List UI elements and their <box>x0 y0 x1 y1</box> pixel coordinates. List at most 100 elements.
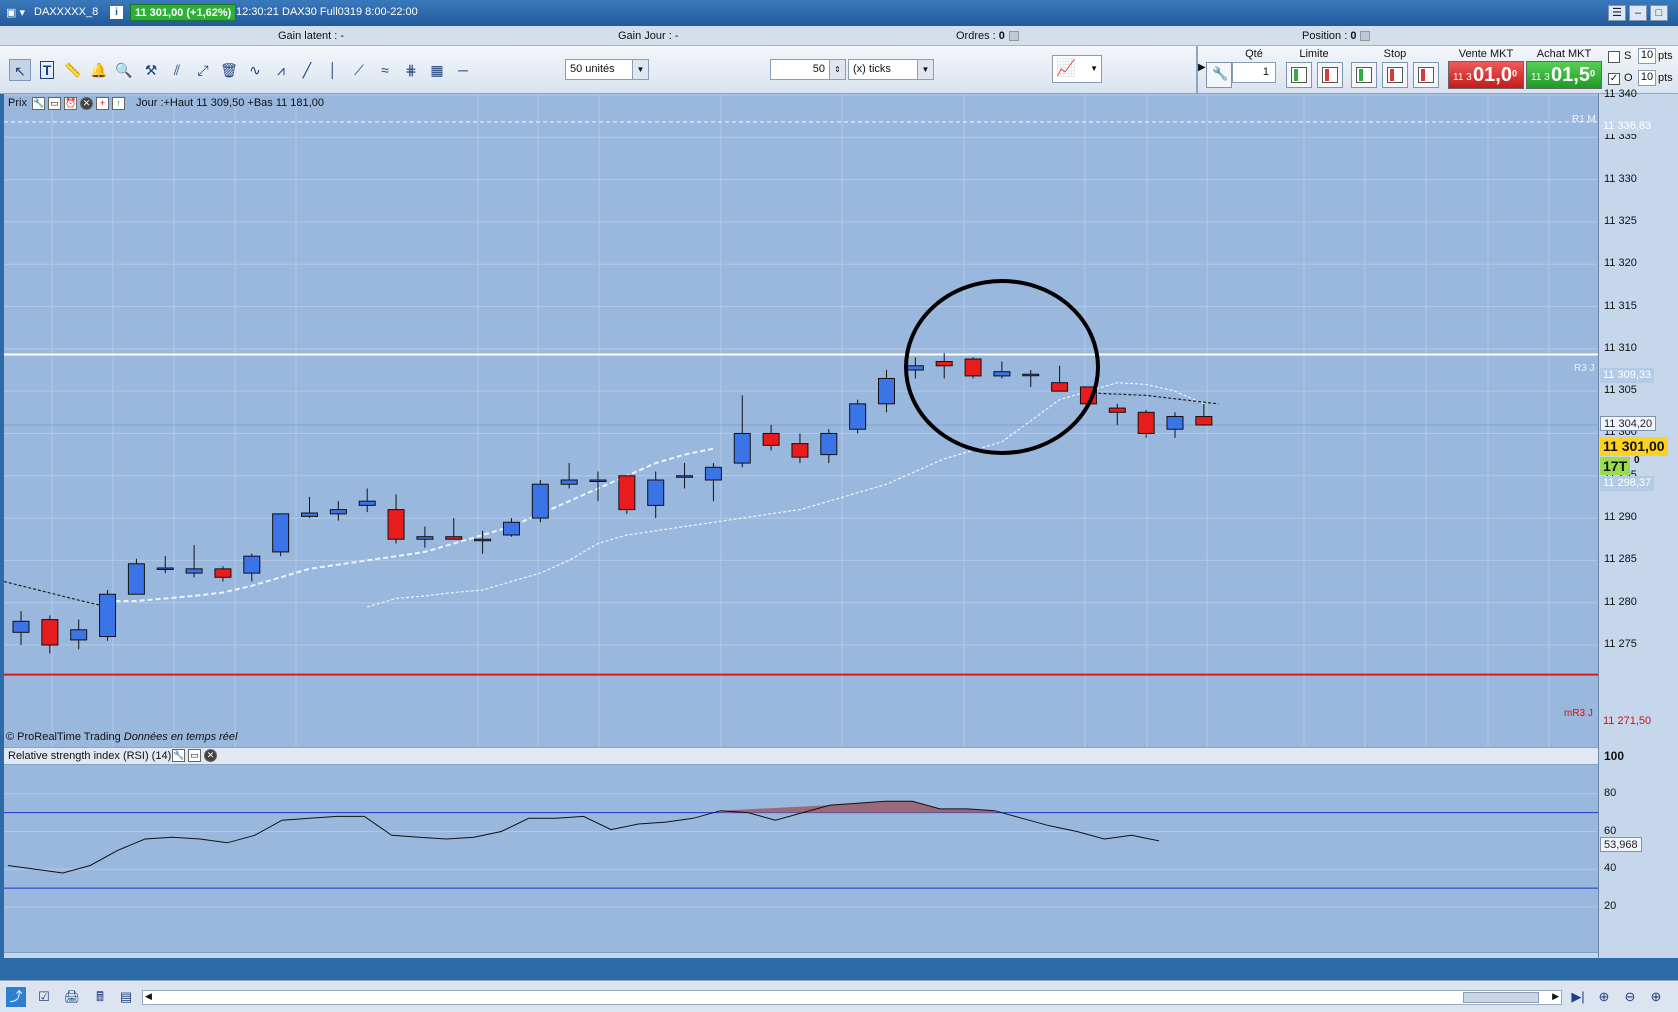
r3-label: R3 J <box>1574 363 1595 374</box>
position-close-icon[interactable] <box>1360 31 1371 42</box>
quantity-field[interactable]: 1 <box>1232 62 1276 83</box>
chevron-down-icon[interactable]: ▼ <box>632 60 648 79</box>
gain-latent: Gain latent : - <box>278 30 345 42</box>
checklist-icon[interactable]: ☑ <box>34 987 54 1007</box>
contract-name: DAX30 Full0319 8:00-22:00 <box>282 6 418 18</box>
sell-price-sup: 0 <box>1511 68 1517 79</box>
scroll-thumb[interactable] <box>1463 992 1539 1003</box>
window-options-icon[interactable]: ☰ <box>1608 5 1626 21</box>
window-menu-icon[interactable]: ▣ ▾ <box>6 6 25 19</box>
order-settings-button[interactable]: 🔧 <box>1206 62 1232 88</box>
close-icon[interactable]: ✕ <box>80 97 93 110</box>
maximize-icon[interactable]: □ <box>1650 5 1668 21</box>
clock: 12:30:21 <box>236 6 279 18</box>
spreadsheet-icon[interactable]: ▤ <box>116 987 136 1007</box>
buy-price: 01,5 <box>1551 64 1590 86</box>
ticks-unit-select[interactable]: (x) ticks ▼ <box>848 59 934 80</box>
wave-icon[interactable]: ≈ <box>374 59 396 81</box>
chevron-down-icon: ▼ <box>1090 64 1098 73</box>
limit-sell-button[interactable] <box>1317 62 1343 88</box>
indicator-chart-icon: 📈 <box>1056 60 1076 77</box>
price-tick-label: 11 310 <box>1604 341 1637 354</box>
trash-icon[interactable]: 🗑 <box>218 59 240 81</box>
alarm-icon[interactable]: ⏰ <box>64 97 77 110</box>
quantity-value: 1 <box>1262 66 1269 78</box>
calculator-icon[interactable]: 🖩 <box>90 987 110 1007</box>
candle-body <box>416 536 434 540</box>
buy-market-button[interactable]: 11 3 01,50 <box>1526 61 1602 89</box>
candle-body <box>676 475 694 478</box>
wrench-icon: 🔧 <box>1212 66 1229 81</box>
scroll-end-icon[interactable]: ▶| <box>1568 987 1588 1007</box>
info-icon[interactable]: i <box>110 6 123 19</box>
wrench-icon[interactable]: 🔧 <box>172 749 185 762</box>
stop-pts-label: pts <box>1658 50 1673 62</box>
alert-bell-icon[interactable]: 🔔 <box>88 59 110 81</box>
segment-icon[interactable]: ⟋ <box>348 59 370 81</box>
ordres-indicator[interactable]: Ordres : 0 <box>956 30 1019 42</box>
channel-icon[interactable]: ⋕ <box>400 59 422 81</box>
candle-body <box>1195 416 1213 426</box>
copyright-text: © ProRealTime Trading <box>6 731 121 743</box>
price-tick-label: 11 315 <box>1604 299 1637 312</box>
close-icon[interactable]: ✕ <box>204 749 217 762</box>
ruler-icon[interactable]: 📏 <box>62 59 84 81</box>
stop-sell-button[interactable] <box>1382 62 1408 88</box>
zoom-in-icon[interactable]: ⊕ <box>1646 987 1666 1007</box>
window-icon[interactable]: ▭ <box>48 97 61 110</box>
stepper-arrows-icon[interactable]: ⇕ <box>829 60 845 79</box>
sell-market-button[interactable]: 11 3 01,00 <box>1448 61 1524 89</box>
stop-sell-arrow-icon <box>1390 69 1394 81</box>
ticks-stepper[interactable]: 50 ⇕ <box>770 59 846 80</box>
cursor-icon[interactable]: ↖ <box>9 59 31 81</box>
trendline-tool-icon[interactable]: ⤢ <box>192 59 214 81</box>
scroll-right-icon[interactable]: ▶ <box>1552 991 1559 1002</box>
objective-pts-label: pts <box>1658 72 1673 84</box>
zigzag-icon[interactable]: ∿ <box>244 59 266 81</box>
chevron-down-icon[interactable]: ▼ <box>917 60 933 79</box>
zoom-out-icon[interactable]: ⊖ <box>1620 987 1640 1007</box>
units-select[interactable]: 50 unités ▼ <box>565 59 649 80</box>
tick-counter-badge: 17T <box>1600 457 1631 475</box>
collapse-arrow-icon[interactable]: ▶ <box>1198 62 1206 73</box>
objective-checkbox[interactable]: ✓ <box>1608 73 1620 85</box>
add-sell-icon[interactable]: + <box>96 97 109 110</box>
stop-limit-button[interactable] <box>1413 62 1439 88</box>
ordres-close-icon[interactable] <box>1008 31 1019 42</box>
magnet-icon[interactable]: ⚒ <box>140 59 162 81</box>
add-buy-icon[interactable]: ↑ <box>112 97 125 110</box>
pattern-icon[interactable]: ⩘ <box>270 59 292 81</box>
horizontal-line-icon[interactable]: ─ <box>452 59 474 81</box>
candle-body <box>387 509 405 540</box>
price-tick-label: 11 305 <box>1604 384 1637 397</box>
stop-checkbox[interactable] <box>1608 51 1620 63</box>
price-tick-label: 11 340 <box>1604 88 1637 100</box>
zoom-icon[interactable]: 🔍 <box>113 59 135 81</box>
position-indicator[interactable]: Position : 0 <box>1302 30 1371 42</box>
chart-edit-icon[interactable]: ▦ <box>426 59 448 81</box>
stop-buy-button[interactable] <box>1351 62 1377 88</box>
line-icon[interactable]: ╱ <box>296 59 318 81</box>
horizontal-scrollbar[interactable]: ◀ ▶ <box>142 990 1562 1005</box>
ma-badge: 11 304,20 <box>1600 416 1657 431</box>
scroll-left-icon[interactable]: ◀ <box>145 991 152 1002</box>
window-icon[interactable]: ▭ <box>188 749 201 762</box>
indicator-menu-button[interactable]: 📈 ▼ <box>1052 55 1102 83</box>
instrument-name[interactable]: DAXXXXX_8 <box>34 6 98 18</box>
minimize-icon[interactable]: – <box>1629 5 1647 21</box>
ticks-value: 50 <box>812 63 825 75</box>
wrench-icon[interactable]: 🔧 <box>32 97 45 110</box>
vertical-line-icon[interactable]: │ <box>322 59 344 81</box>
zoom-auto-icon[interactable]: ⊕ <box>1594 987 1614 1007</box>
share-icon[interactable]: ⤴ <box>6 987 26 1007</box>
print-icon[interactable]: 🖨 <box>62 987 82 1007</box>
objective-points-field[interactable]: 10 <box>1638 70 1656 86</box>
candle-body <box>935 361 953 367</box>
limit-buy-button[interactable] <box>1286 62 1312 88</box>
rsi-tick-label: 20 <box>1604 900 1617 912</box>
fibonacci-icon[interactable]: ⫽ <box>166 59 188 81</box>
price-chart[interactable]: 12:1012:1212:1312:1512:1612:1812:1912:21… <box>4 94 1598 958</box>
text-tool-icon[interactable]: T <box>36 59 58 81</box>
stop-points-field[interactable]: 10 <box>1638 48 1656 64</box>
candle-body <box>127 563 145 595</box>
